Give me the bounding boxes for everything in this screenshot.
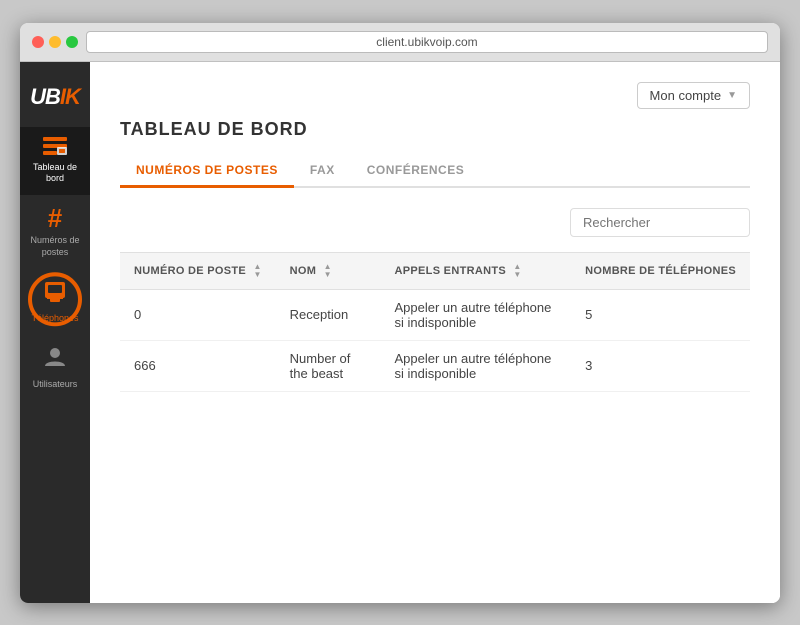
app-container: UBIK Tableau debord # [20,62,780,603]
cell-telephones-1: 3 [571,340,750,391]
cell-telephones-0: 5 [571,289,750,340]
cell-appels-0: Appeler un autre téléphone si indisponib… [381,289,572,340]
logo-text: UBIK [30,84,80,110]
sort-arrows-appels[interactable]: ▲▼ [513,263,521,279]
sort-arrows-numero[interactable]: ▲▼ [253,263,261,279]
table-row: 0 Reception Appeler un autre téléphone s… [120,289,750,340]
maximize-button[interactable] [66,36,78,48]
sort-arrows-nom[interactable]: ▲▼ [324,263,332,279]
sidebar-label-utilisateurs: Utilisateurs [33,379,78,389]
page-title: TABLEAU DE BORD [120,119,750,140]
col-header-nom: NOM ▲▼ [276,252,381,289]
header-account: Mon compte [120,82,750,109]
table-row: 666 Number of the beast Appeler un autre… [120,340,750,391]
close-button[interactable] [32,36,44,48]
cell-appels-1: Appeler un autre téléphone si indisponib… [381,340,572,391]
col-header-numero: NUMÉRO DE POSTE ▲▼ [120,252,276,289]
tabs: NUMÉROS DE POSTES FAX CONFÉRENCES [120,155,750,188]
sidebar: UBIK Tableau debord # [20,62,90,603]
sidebar-logo: UBIK [20,72,90,122]
main-content: Mon compte TABLEAU DE BORD NUMÉROS DE PO… [90,62,780,603]
table-body: 0 Reception Appeler un autre téléphone s… [120,289,750,391]
sidebar-label-numeros: Numéros depostes [30,235,79,258]
sidebar-item-utilisateurs[interactable]: Utilisateurs [20,335,90,399]
search-bar-row [120,208,750,237]
data-table: NUMÉRO DE POSTE ▲▼ NOM ▲▼ APPELS ENTRANT… [120,252,750,392]
table-header: NUMÉRO DE POSTE ▲▼ NOM ▲▼ APPELS ENTRANT… [120,252,750,289]
search-input[interactable] [570,208,750,237]
traffic-lights [32,36,78,48]
browser-window: client.ubikvoip.com UBIK [20,23,780,603]
tab-conferences[interactable]: CONFÉRENCES [351,155,481,188]
sidebar-item-numeros[interactable]: # Numéros depostes [20,195,90,268]
col-header-telephones: NOMBRE DE TÉLÉPHONES [571,252,750,289]
sidebar-label-dashboard: Tableau debord [33,162,77,185]
sidebar-label-telephones: Téléphones [31,313,78,325]
sidebar-item-dashboard[interactable]: Tableau debord [20,127,90,195]
col-header-appels: APPELS ENTRANTS ▲▼ [381,252,572,289]
sidebar-item-telephones[interactable]: Téléphones [20,268,90,335]
telephones-icon [41,278,69,309]
hash-icon: # [48,205,62,231]
cell-numero-1: 666 [120,340,276,391]
cell-nom-1: Number of the beast [276,340,381,391]
account-button[interactable]: Mon compte [637,82,750,109]
cell-nom-0: Reception [276,289,381,340]
minimize-button[interactable] [49,36,61,48]
dashboard-icon [43,137,67,158]
browser-chrome: client.ubikvoip.com [20,23,780,62]
tab-fax[interactable]: FAX [294,155,351,188]
cell-numero-0: 0 [120,289,276,340]
tab-numeros[interactable]: NUMÉROS DE POSTES [120,155,294,188]
user-icon [43,345,67,375]
address-bar[interactable]: client.ubikvoip.com [86,31,768,53]
